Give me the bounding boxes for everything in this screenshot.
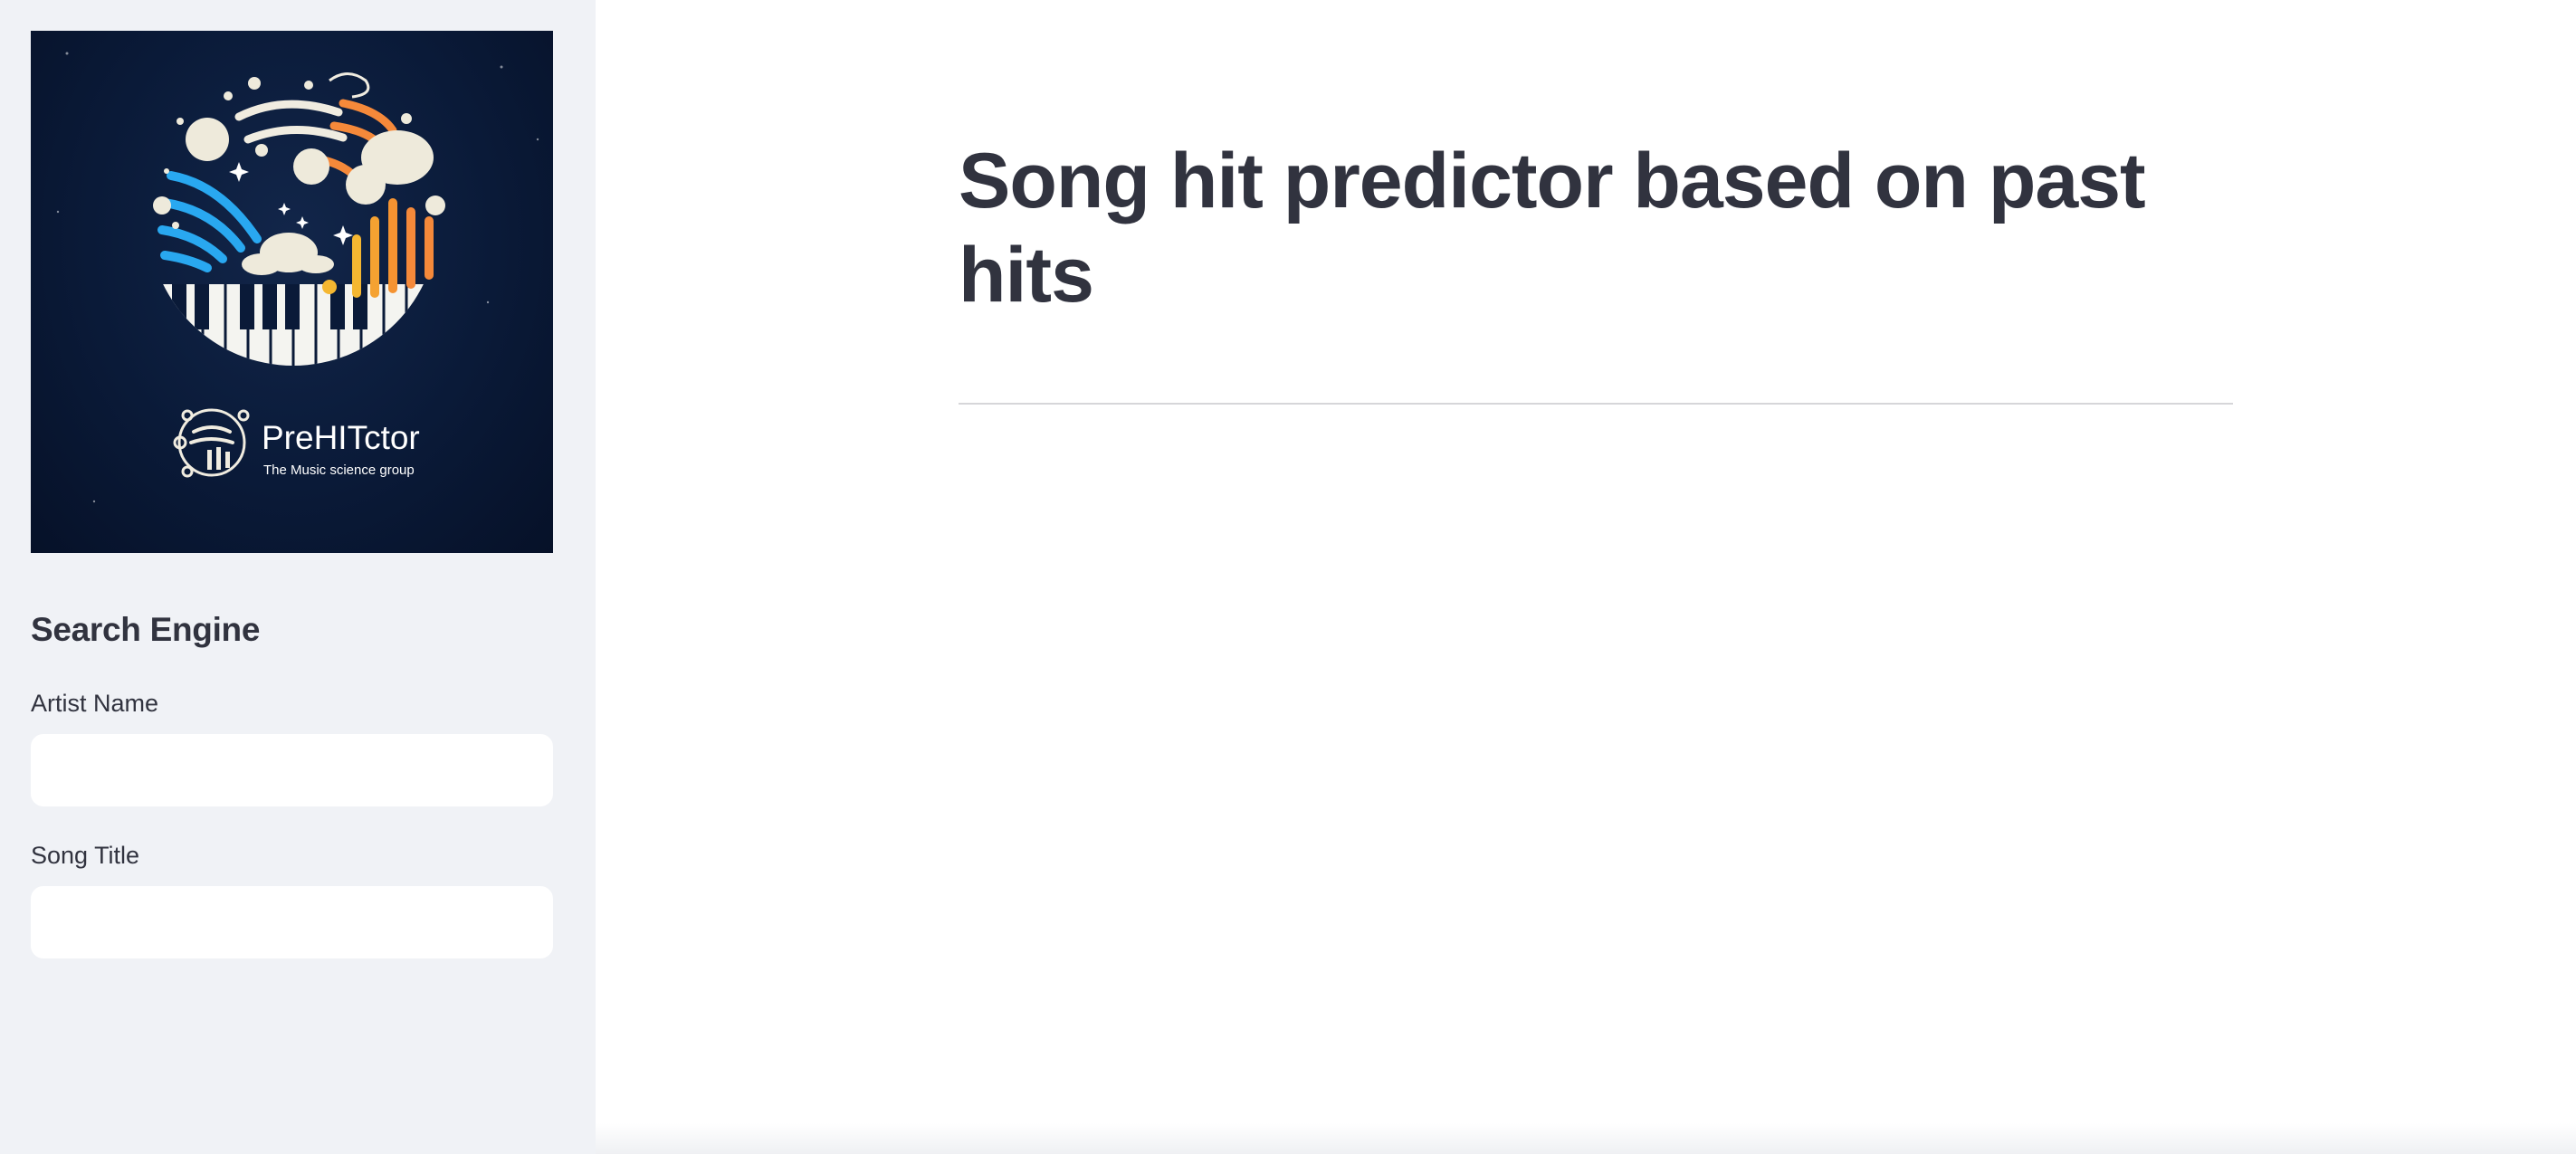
page-title: Song hit predictor based on past hits [959, 138, 2146, 319]
divider [959, 403, 2233, 405]
logo-image: PreHITctor The Music science group [31, 31, 553, 553]
artist-name-input[interactable] [31, 734, 553, 806]
brand-name: PreHITctor [262, 419, 420, 456]
brand-emblem-icon [173, 408, 250, 478]
bottom-shadow [596, 1123, 2576, 1154]
main-content: Song hit predictor based on past hits [596, 0, 2576, 1154]
music-planet-logo-icon: PreHITctor The Music science group [56, 52, 539, 503]
song-title-input[interactable] [31, 886, 553, 958]
song-title-label: Song Title [31, 842, 140, 869]
brand-tagline: The Music science group [263, 463, 415, 478]
search-engine-heading: Search Engine [31, 611, 261, 648]
artist-name-label: Artist Name [31, 690, 159, 717]
app-root: PreHITctor The Music science group Searc… [0, 0, 2576, 1154]
sidebar: PreHITctor The Music science group Searc… [0, 0, 596, 1154]
